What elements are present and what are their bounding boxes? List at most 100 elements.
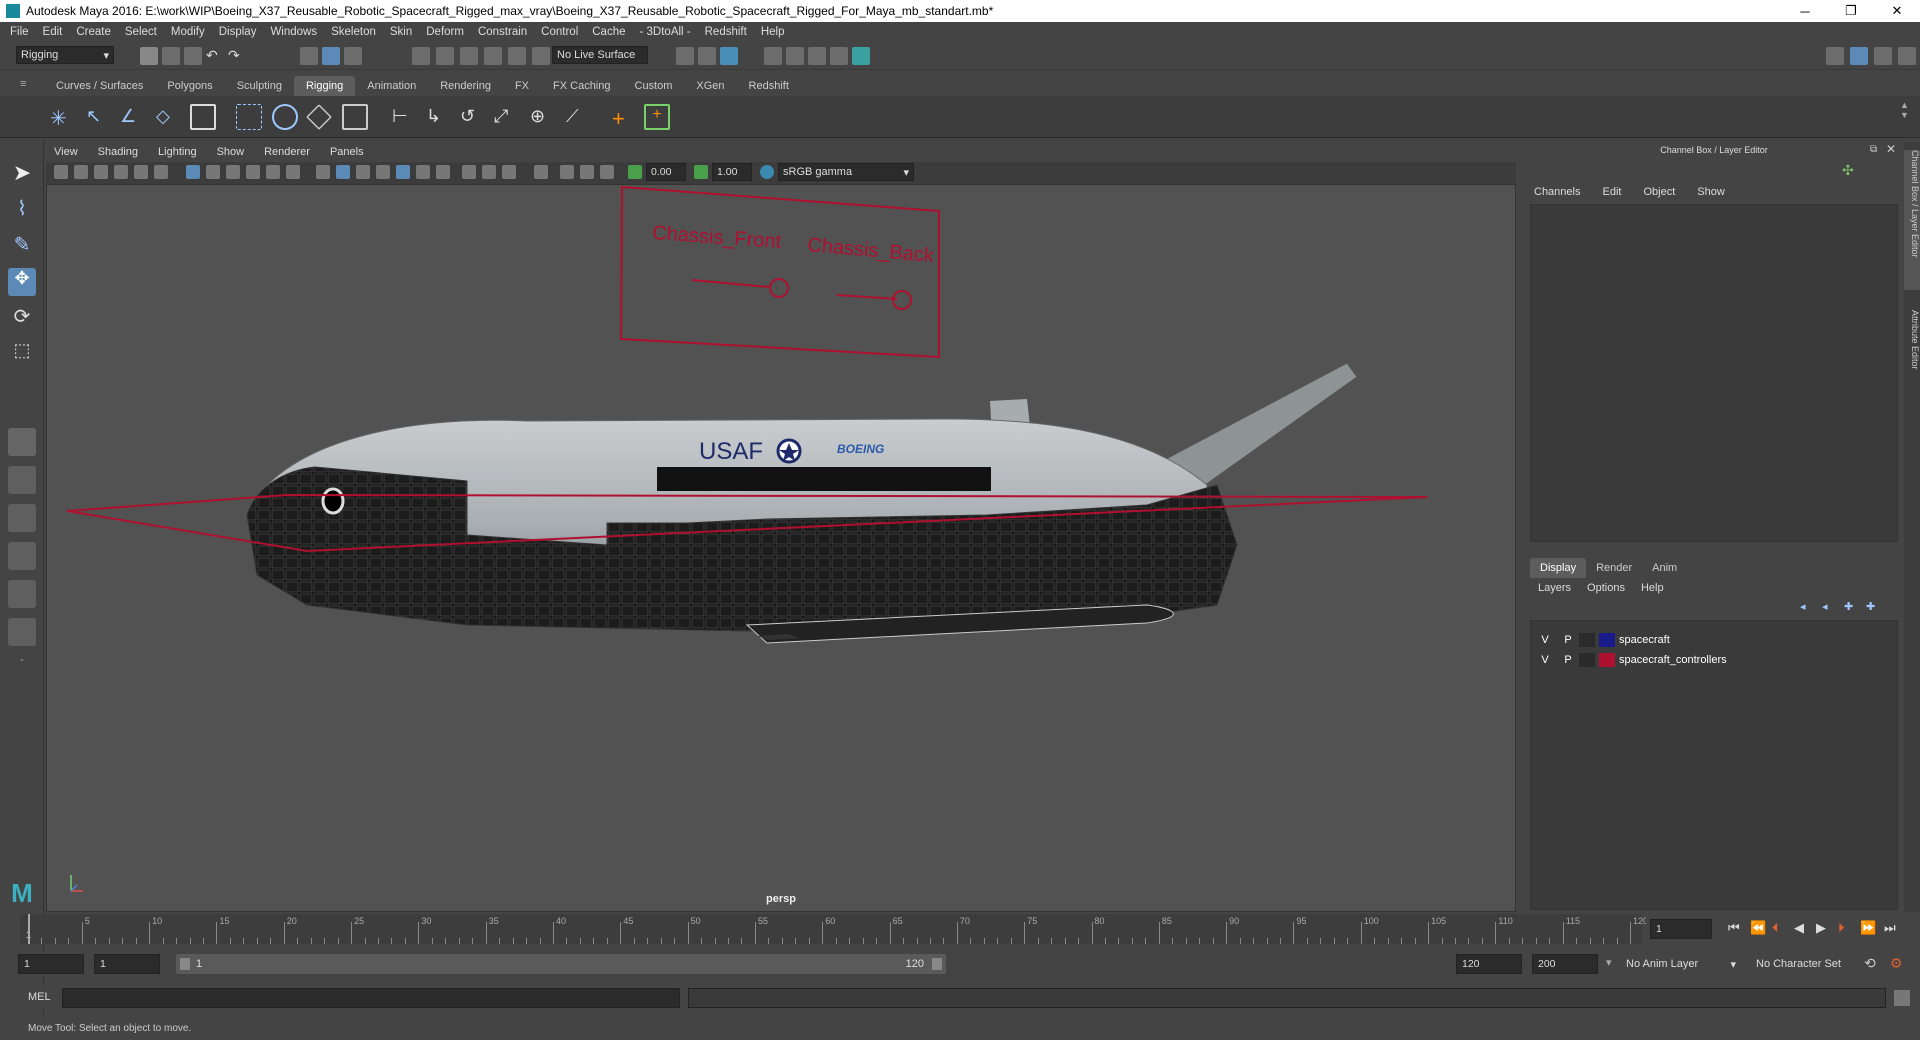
- menu-edit[interactable]: Edit: [43, 26, 63, 38]
- minimize-button[interactable]: ─: [1782, 0, 1828, 22]
- cb-menu-channels[interactable]: Channels: [1534, 186, 1580, 198]
- shadows-icon[interactable]: [416, 165, 430, 179]
- animation-preferences-icon[interactable]: ⚙: [1890, 955, 1903, 972]
- animation-end-field[interactable]: 200: [1532, 954, 1598, 974]
- new-layer-from-selection-icon[interactable]: ✚: [1866, 600, 1875, 613]
- save-scene-icon[interactable]: [184, 47, 202, 65]
- vp-menu-show[interactable]: Show: [217, 146, 245, 158]
- go-to-end-icon[interactable]: ⏭: [1884, 920, 1896, 936]
- tab-fx-caching[interactable]: FX Caching: [541, 76, 622, 96]
- snap-grid-icon[interactable]: [412, 47, 430, 65]
- step-forward-frame-icon[interactable]: ⏵: [1838, 920, 1845, 936]
- undo-icon[interactable]: ↶: [206, 47, 224, 65]
- exposure-icon[interactable]: [628, 165, 642, 179]
- character-set-dropdown[interactable]: No Character Set: [1752, 954, 1862, 974]
- close-panel-icon[interactable]: ✕: [1886, 142, 1896, 156]
- menu-set-dropdown[interactable]: Rigging ▾: [16, 46, 114, 64]
- tab-rigging[interactable]: Rigging: [293, 76, 356, 96]
- cb-menu-object[interactable]: Object: [1643, 186, 1675, 198]
- float-panel-icon[interactable]: ⧉: [1870, 144, 1877, 155]
- gamma-icon[interactable]: [694, 165, 708, 179]
- layer-color-swatch[interactable]: [1599, 653, 1615, 667]
- layer-playback-toggle[interactable]: P: [1557, 654, 1579, 666]
- parent-constraint-icon[interactable]: ⊢: [392, 106, 410, 126]
- side-tab-channel-box[interactable]: Channel Box / Layer Editor: [1904, 150, 1920, 290]
- wireframe-icon[interactable]: [316, 165, 330, 179]
- gamma-field[interactable]: 1.00: [712, 163, 752, 181]
- 2d-pan-zoom-icon[interactable]: [134, 165, 148, 179]
- tab-redshift[interactable]: Redshift: [737, 76, 801, 96]
- joint-tool-icon[interactable]: ✳: [50, 106, 68, 130]
- tab-rendering[interactable]: Rendering: [428, 76, 503, 96]
- layer-playback-toggle[interactable]: P: [1557, 634, 1579, 646]
- restore-button[interactable]: ❐: [1828, 0, 1874, 22]
- le-menu-help[interactable]: Help: [1641, 582, 1664, 594]
- snap-point-icon[interactable]: [460, 47, 478, 65]
- playback-start-field[interactable]: 1: [94, 954, 160, 974]
- isolate-select-icon[interactable]: [534, 165, 548, 179]
- scale-constraint-icon[interactable]: ⤢: [494, 106, 512, 126]
- grid-icon[interactable]: [186, 165, 200, 179]
- channel-box-toggle-icon[interactable]: [1850, 47, 1868, 65]
- persp-outliner-layout-icon[interactable]: [8, 504, 36, 532]
- menu-display[interactable]: Display: [219, 26, 257, 38]
- tab-render[interactable]: Render: [1586, 558, 1642, 578]
- tab-anim[interactable]: Anim: [1642, 558, 1687, 578]
- live-surface-field[interactable]: No Live Surface: [552, 46, 648, 64]
- set-driven-key-icon[interactable]: +: [644, 104, 670, 130]
- textured-icon[interactable]: [376, 165, 390, 179]
- current-time-indicator[interactable]: [28, 914, 30, 944]
- vp-menu-shading[interactable]: Shading: [98, 146, 138, 158]
- open-scene-icon[interactable]: [162, 47, 180, 65]
- select-object-icon[interactable]: [322, 47, 340, 65]
- orient-constraint-icon[interactable]: ↺: [460, 106, 478, 126]
- color-management-icon[interactable]: [760, 165, 774, 179]
- select-component-icon[interactable]: [344, 47, 362, 65]
- film-gate-icon[interactable]: [206, 165, 220, 179]
- hypershade-icon[interactable]: [830, 47, 848, 65]
- play-forwards-icon[interactable]: ▶: [1816, 920, 1826, 936]
- move-layer-down-icon[interactable]: ◂: [1822, 600, 1828, 613]
- lattice-icon[interactable]: [306, 104, 332, 130]
- range-end-handle[interactable]: [932, 958, 942, 970]
- construction-history-icon[interactable]: [720, 47, 738, 65]
- tool-settings-toggle-icon[interactable]: [1898, 47, 1916, 65]
- current-frame-field[interactable]: 1: [1650, 919, 1712, 939]
- layer-type-toggle[interactable]: [1579, 653, 1595, 667]
- close-button[interactable]: ✕: [1874, 0, 1920, 22]
- paint-select-icon[interactable]: ✎: [8, 232, 36, 260]
- cb-menu-edit[interactable]: Edit: [1602, 186, 1621, 198]
- layer-visibility-toggle[interactable]: V: [1533, 634, 1557, 646]
- insert-joint-icon[interactable]: ◇: [156, 106, 174, 126]
- new-layer-icon[interactable]: ✚: [1844, 600, 1853, 613]
- step-back-key-icon[interactable]: ⏪: [1750, 920, 1766, 936]
- chassis-controller-board[interactable]: Chassis_Front Chassis_Back: [619, 185, 940, 359]
- menu-3dtoall[interactable]: - 3DtoAll -: [640, 26, 691, 38]
- smooth-shade-icon[interactable]: [336, 165, 350, 179]
- xray-joints-icon[interactable]: [580, 165, 594, 179]
- four-view-layout-icon[interactable]: [8, 466, 36, 494]
- scale-tool-icon[interactable]: ⬚: [8, 340, 36, 368]
- menu-skin[interactable]: Skin: [390, 26, 412, 38]
- bookmark-icon[interactable]: [94, 165, 108, 179]
- tab-sculpting[interactable]: Sculpting: [225, 76, 294, 96]
- ik-spline-icon[interactable]: ∠: [120, 106, 138, 126]
- attribute-editor-toggle-icon[interactable]: [1874, 47, 1892, 65]
- menu-file[interactable]: File: [10, 26, 29, 38]
- menu-constrain[interactable]: Constrain: [478, 26, 527, 38]
- lights-icon[interactable]: [396, 165, 410, 179]
- layer-row[interactable]: V P spacecraft: [1533, 631, 1895, 649]
- xray-components-icon[interactable]: [600, 165, 614, 179]
- command-input[interactable]: [62, 988, 680, 1008]
- depth-of-field-icon[interactable]: [502, 165, 516, 179]
- move-layer-up-icon[interactable]: ◂: [1800, 600, 1806, 613]
- modeling-toolkit-icon[interactable]: [1826, 47, 1844, 65]
- render-frame-icon[interactable]: [764, 47, 782, 65]
- single-perspective-layout-icon[interactable]: [8, 428, 36, 456]
- shelf-menu-icon[interactable]: ≡: [20, 78, 26, 90]
- menu-redshift[interactable]: Redshift: [705, 26, 747, 38]
- le-menu-options[interactable]: Options: [1587, 582, 1625, 594]
- aim-constraint-icon[interactable]: ⊕: [530, 106, 548, 126]
- vp-menu-view[interactable]: View: [54, 146, 78, 158]
- cluster-icon[interactable]: [342, 104, 368, 130]
